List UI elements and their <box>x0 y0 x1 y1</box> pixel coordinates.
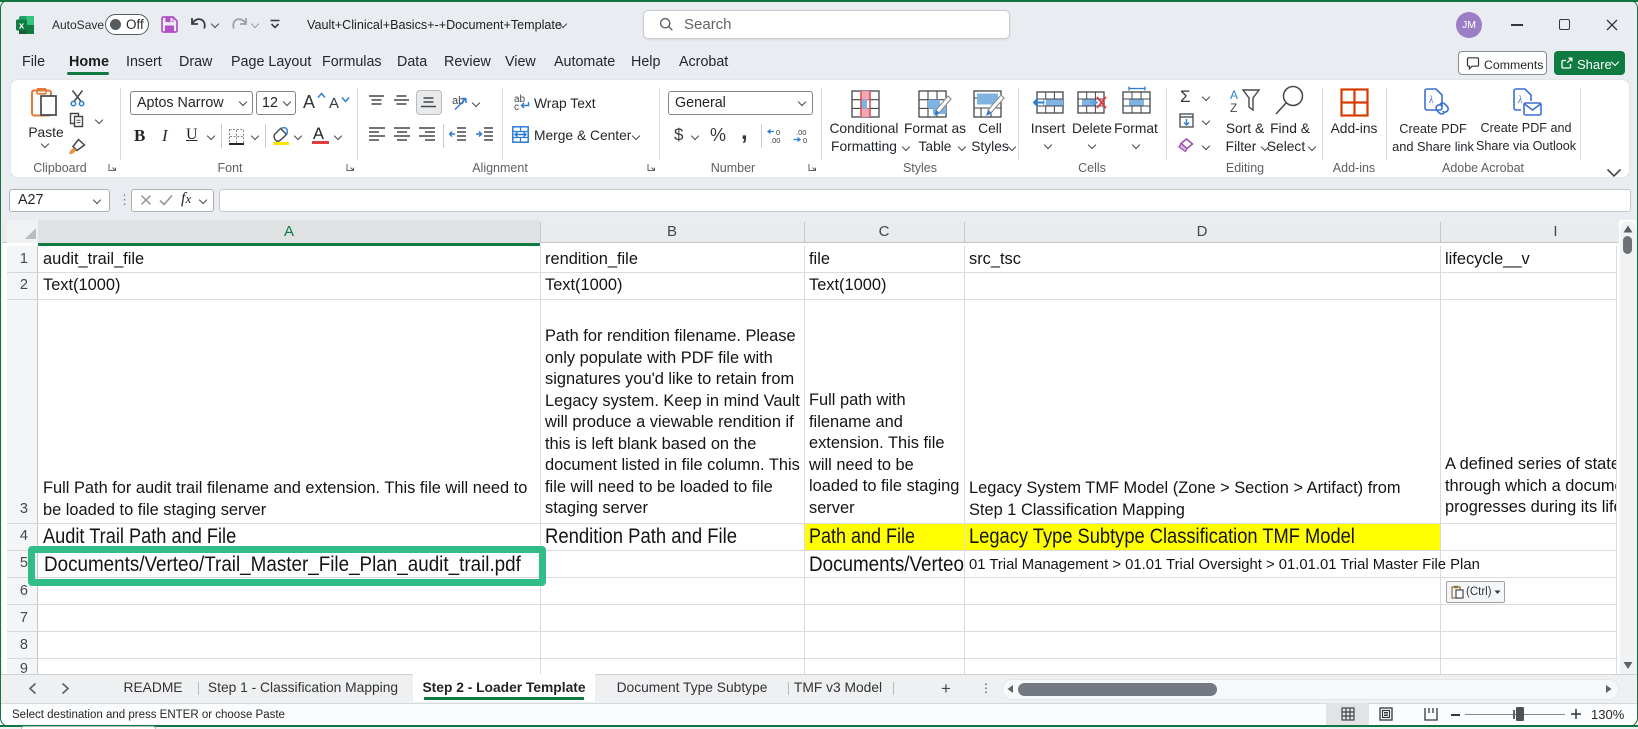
svg-text:0: 0 <box>803 136 807 144</box>
svg-text:.00: .00 <box>770 136 780 144</box>
svg-text:A: A <box>1230 88 1238 102</box>
svg-text:Z: Z <box>1230 101 1237 114</box>
svg-text:ab: ab <box>452 95 464 107</box>
svg-text:x: x <box>19 21 25 32</box>
svg-text:λ: λ <box>1517 95 1523 106</box>
svg-text:λ: λ <box>1428 95 1434 106</box>
svg-text:c: c <box>514 102 519 110</box>
